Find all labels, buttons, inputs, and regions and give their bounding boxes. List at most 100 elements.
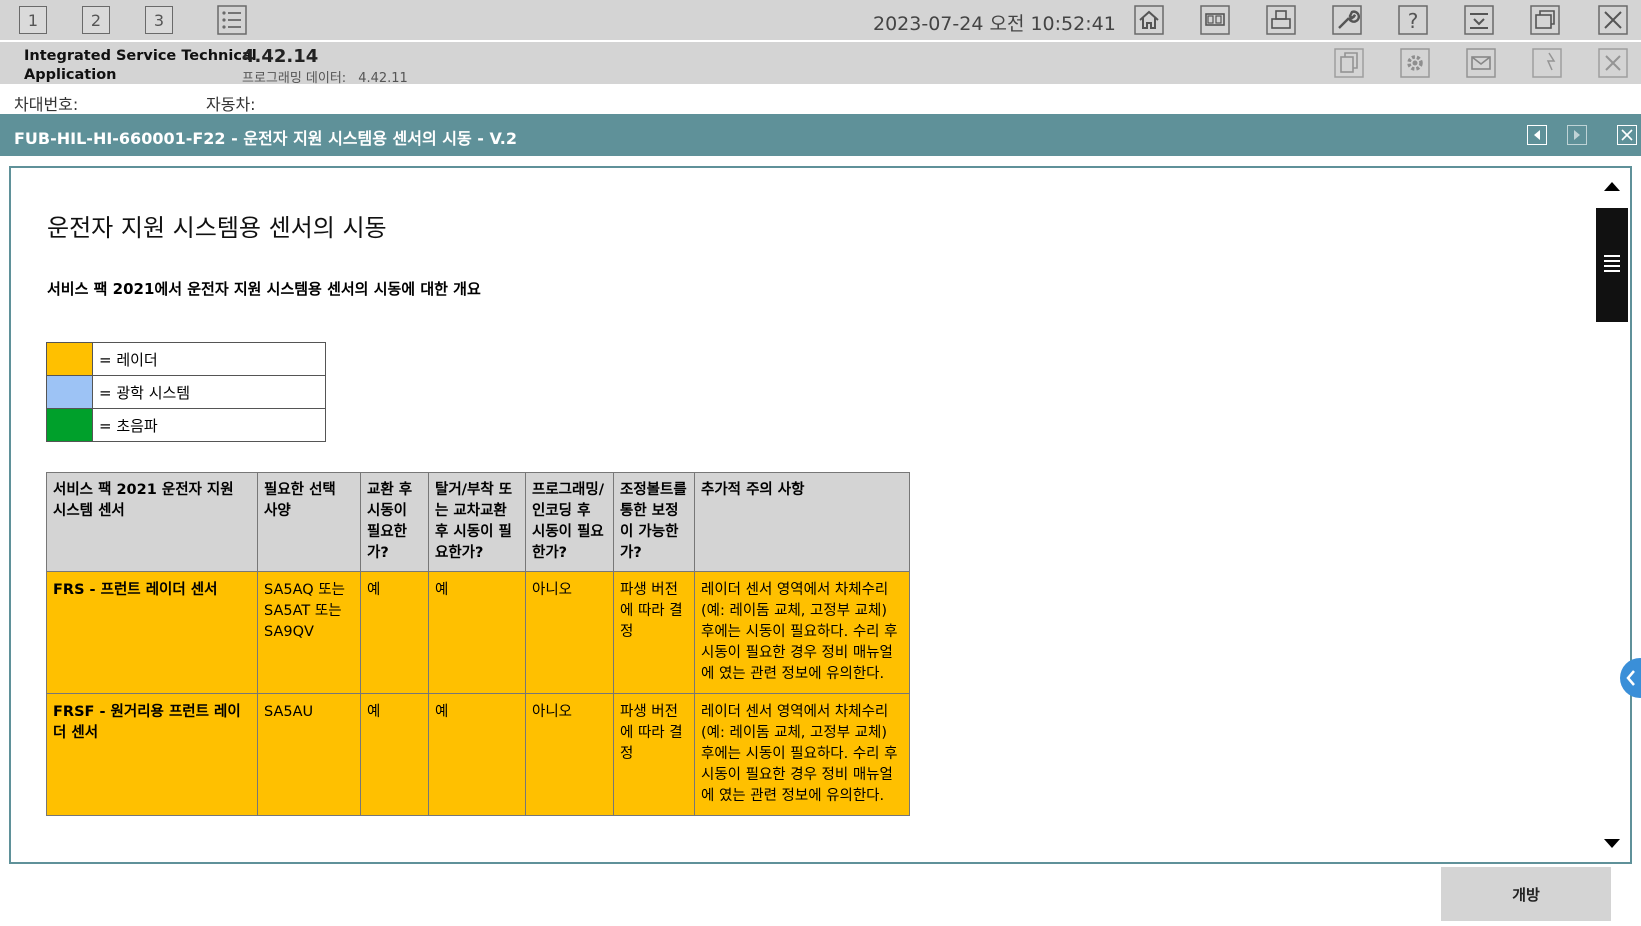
vehicle-id-icon <box>1200 5 1230 35</box>
window-restore-button[interactable] <box>1529 4 1561 36</box>
window-restore-icon <box>1530 5 1560 35</box>
top-toolbar: 1 2 3 2023-07-24 오전 10:52:41 ? <box>0 0 1641 40</box>
table-cell: 파생 버전에 따라 결정 <box>613 571 695 694</box>
workspace-2-label: 2 <box>82 6 110 34</box>
legend-label-radar: = 레이더 <box>92 342 326 376</box>
scroll-up-button[interactable] <box>1596 170 1628 202</box>
settings-button[interactable] <box>1399 47 1431 79</box>
close-app-button[interactable] <box>1597 4 1629 36</box>
workspace-1-button[interactable]: 1 <box>17 4 49 36</box>
close-document-button[interactable] <box>1617 125 1637 145</box>
wrench-icon <box>1332 5 1362 35</box>
envelope-icon <box>1466 48 1496 78</box>
close-icon <box>1598 5 1628 35</box>
column-header-after-removal: 탈거/부착 또는 교차교환 후 시동이 필요한가? <box>428 472 526 572</box>
datetime-display: 2023-07-24 오전 10:52:41 <box>873 13 1116 35</box>
question-mark-icon: ? <box>1398 5 1428 35</box>
column-header-notes: 추가적 주의 사항 <box>694 472 910 572</box>
side-panel-toggle[interactable] <box>1620 658 1641 698</box>
previous-document-button[interactable] <box>1527 125 1547 145</box>
document-heading: 운전자 지원 시스템용 센서의 시동 <box>47 214 387 242</box>
vehicle-data-button[interactable] <box>1199 4 1231 36</box>
legend-row-radar: = 레이더 <box>46 342 326 376</box>
application-name-line1: Integrated Service Technical <box>24 48 257 64</box>
minimize-icon <box>1464 5 1494 35</box>
legend-label-optical: = 광학 시스템 <box>92 375 326 409</box>
document-title-bar: FUB-HIL-HI-660001-F22 - 운전자 지원 시스템용 센서의 … <box>0 114 1641 156</box>
table-cell: SA5AU <box>257 693 361 816</box>
close-icon <box>1598 48 1628 78</box>
column-header-sensor: 서비스 팩 2021 운전자 지원 시스템 센서 <box>46 472 258 572</box>
document-title: FUB-HIL-HI-660001-F22 - 운전자 지원 시스템용 센서의 … <box>14 129 518 148</box>
close-icon <box>1621 129 1633 141</box>
legend-label-ultrasonic: = 초음파 <box>92 408 326 442</box>
application-name: Integrated Service Technical Application <box>24 47 257 85</box>
messages-button[interactable] <box>1465 47 1497 79</box>
legend-row-optical: = 광학 시스템 <box>46 375 326 409</box>
table-cell: 예 <box>360 571 429 694</box>
column-header-adjustment-bolt: 조정볼트를 통한 보정이 가능한가? <box>613 472 695 572</box>
application-version: 4.42.14 <box>242 46 319 67</box>
arrow-right-icon <box>1574 130 1580 140</box>
document-subtitle: 서비스 팩 2021에서 운전자 지원 시스템용 센서의 시동에 대한 개요 <box>47 280 481 298</box>
sensor-calibration-table: 서비스 팩 2021 운전자 지원 시스템 센서 필요한 선택 사양 교환 후 … <box>46 472 910 816</box>
home-icon <box>1134 5 1164 35</box>
list-icon <box>217 5 247 35</box>
column-header-after-programming: 프로그래밍/인코딩 후 시동이 필요한가? <box>525 472 614 572</box>
workspace-3-button[interactable]: 3 <box>143 4 175 36</box>
next-document-button[interactable] <box>1567 125 1587 145</box>
table-cell: 아니오 <box>525 571 614 694</box>
arrow-left-icon <box>1534 130 1540 140</box>
legend-swatch-radar <box>46 342 93 376</box>
triangle-down-icon <box>1604 839 1620 848</box>
table-cell: FRSF - 원거리용 프런트 레이더 센서 <box>46 693 258 816</box>
scroll-down-button[interactable] <box>1596 828 1628 860</box>
chevron-left-icon <box>1626 670 1635 686</box>
air-button[interactable] <box>1531 47 1563 79</box>
air-icon <box>1532 48 1562 78</box>
table-cell: 레이더 센서 영역에서 차체수리(예: 레이돔 교체, 고정부 교체) 후에는 … <box>694 571 910 694</box>
table-cell: 아니오 <box>525 693 614 816</box>
document-scrollbar[interactable] <box>1596 170 1628 860</box>
table-cell: SA5AQ 또는 SA5AT 또는 SA9QV <box>257 571 361 694</box>
legend-swatch-ultrasonic <box>46 408 93 442</box>
document-content: 운전자 지원 시스템용 센서의 시동 서비스 팩 2021에서 운전자 지원 시… <box>11 168 1603 862</box>
print-button[interactable] <box>1265 4 1297 36</box>
table-row: FRS - 프런트 레이더 센서 SA5AQ 또는 SA5AT 또는 SA9QV… <box>46 571 910 694</box>
service-functions-button[interactable] <box>1331 4 1363 36</box>
legend-swatch-optical <box>46 375 93 409</box>
legend-row-ultrasonic: = 초음파 <box>46 408 326 442</box>
minimize-button[interactable] <box>1463 4 1495 36</box>
application-header: Integrated Service Technical Application… <box>0 40 1641 86</box>
document-copy-icon <box>1334 48 1364 78</box>
printer-icon <box>1266 5 1296 35</box>
table-row: FRSF - 원거리용 프런트 레이더 센서 SA5AU 예 예 아니오 파생 … <box>46 693 910 816</box>
workspace-3-label: 3 <box>145 6 173 34</box>
scroll-thumb[interactable] <box>1596 208 1628 322</box>
vehicle-info-line: 차대번호: 자동차: <box>0 84 1641 114</box>
workspace-2-button[interactable]: 2 <box>80 4 112 36</box>
column-header-after-replacement: 교환 후 시동이 필요한가? <box>360 472 429 572</box>
vehicle-label: 자동차: <box>206 95 256 114</box>
application-name-line2: Application <box>24 67 117 83</box>
open-button[interactable]: 개방 <box>1441 867 1611 921</box>
copy-document-button[interactable] <box>1333 47 1365 79</box>
color-legend: = 레이더 = 광학 시스템 = 초음파 <box>46 342 326 442</box>
close-session-button[interactable] <box>1597 47 1629 79</box>
table-cell: 예 <box>360 693 429 816</box>
svg-text:?: ? <box>1408 9 1419 33</box>
table-cell: 예 <box>428 571 526 694</box>
document-viewer: 운전자 지원 시스템용 센서의 시동 서비스 팩 2021에서 운전자 지원 시… <box>9 166 1632 864</box>
table-cell: 파생 버전에 따라 결정 <box>613 693 695 816</box>
column-header-option: 필요한 선택 사양 <box>257 472 361 572</box>
workspace-1-label: 1 <box>19 6 47 34</box>
gear-icon <box>1400 48 1430 78</box>
table-header-row: 서비스 팩 2021 운전자 지원 시스템 센서 필요한 선택 사양 교환 후 … <box>46 472 910 572</box>
help-button[interactable]: ? <box>1397 4 1429 36</box>
grip-icon <box>1604 255 1620 272</box>
table-cell: 레이더 센서 영역에서 차체수리(예: 레이돔 교체, 고정부 교체) 후에는 … <box>694 693 910 816</box>
table-cell: FRS - 프런트 레이더 센서 <box>46 571 258 694</box>
table-cell: 예 <box>428 693 526 816</box>
list-view-button[interactable] <box>216 4 248 36</box>
home-button[interactable] <box>1133 4 1165 36</box>
